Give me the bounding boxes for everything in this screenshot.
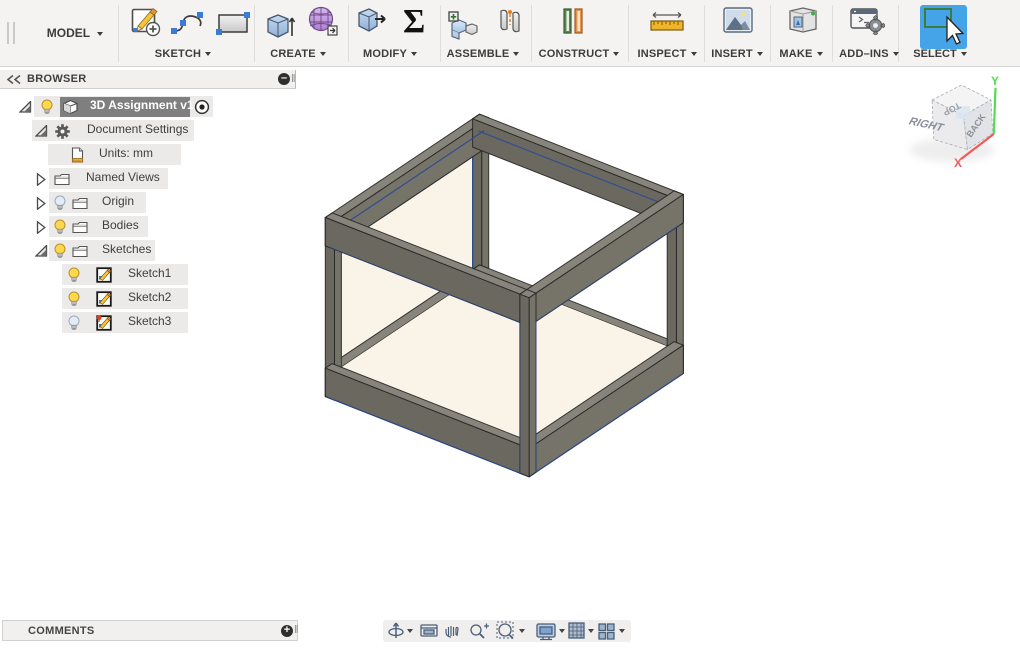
svg-text:X: X bbox=[954, 156, 962, 170]
svg-text:Y: Y bbox=[991, 74, 999, 88]
